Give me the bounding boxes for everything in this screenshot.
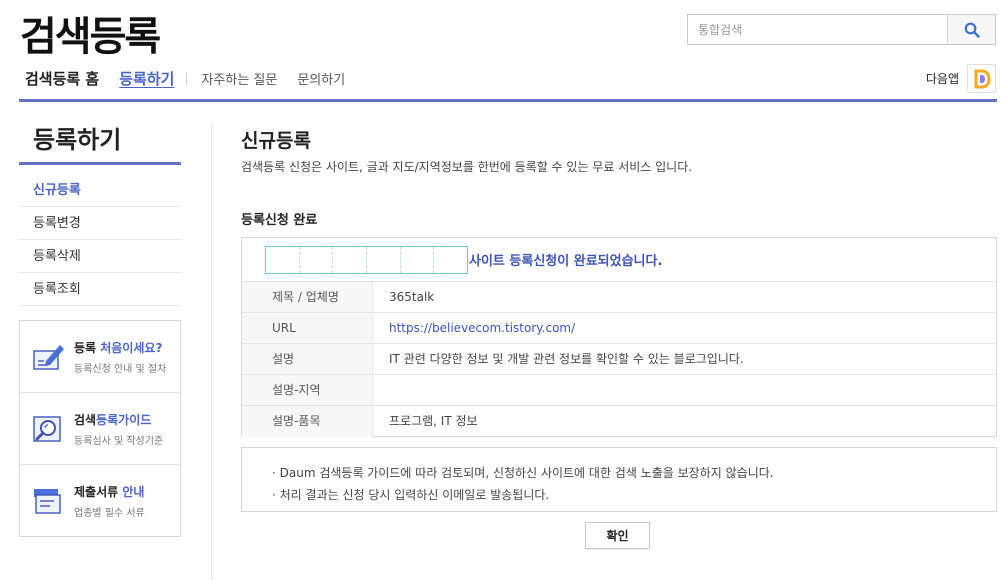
table-row: 제목 / 업체명 365talk bbox=[242, 282, 996, 313]
promo-1-desc: 등록신청 안내 및 절차 bbox=[74, 363, 167, 375]
row-value: 365talk bbox=[389, 290, 435, 304]
pencil-note-icon bbox=[33, 344, 64, 370]
main-nav: 검색등록 홈 등록하기 자주하는 질문 문의하기 bbox=[25, 68, 365, 89]
nav-home[interactable]: 검색등록 홈 bbox=[25, 68, 99, 89]
page-description: 검색등록 신청은 사이트, 글과 지도/지역정보를 한번에 등록할 수 있는 무… bbox=[241, 160, 693, 174]
site-logo[interactable]: 검색등록 bbox=[20, 4, 161, 62]
table-row: 설명-품목 프로그램, IT 정보 bbox=[242, 406, 996, 437]
promo-first-time[interactable]: 등록 처음이세요? 등록신청 안내 및 절차 bbox=[20, 321, 180, 393]
promo-3-title-b: 안내 bbox=[122, 485, 145, 499]
page-title: 신규등록 bbox=[241, 130, 311, 152]
promo-documents[interactable]: 제출서류 안내 업종별 필수 서류 bbox=[20, 465, 180, 537]
table-row: 설명-지역 bbox=[242, 375, 996, 406]
sidebar-item-change[interactable]: 등록변경 bbox=[19, 207, 181, 240]
promo-3-desc: 업종별 필수 서류 bbox=[74, 508, 145, 519]
header-divider bbox=[19, 99, 997, 102]
daum-d-logo-icon bbox=[967, 64, 996, 93]
promo-guide[interactable]: 검색등록가이드 등록심사 및 작성기준 bbox=[20, 393, 180, 465]
sidebar-promo-panel: 등록 처음이세요? 등록신청 안내 및 절차 검색등록가이드 등록심사 및 작성… bbox=[19, 320, 181, 537]
table-row: URL https://believecom.tistory.com/ bbox=[242, 313, 996, 344]
result-table: 사이트 등록신청이 완료되었습니다. 제목 / 업체명 365talk URL … bbox=[241, 237, 997, 437]
daum-app-link[interactable]: 다음앱 bbox=[926, 64, 996, 93]
promo-3-title-a: 제출서류 bbox=[74, 485, 123, 499]
promo-1-title-b: 처음이세요? bbox=[100, 340, 163, 355]
magnifier-guide-icon bbox=[33, 415, 61, 442]
nav-register[interactable]: 등록하기 bbox=[119, 68, 174, 89]
row-label: 설명-품목 bbox=[242, 406, 373, 437]
redacted-site-name bbox=[265, 245, 468, 274]
row-value: IT 관련 다양한 정보 및 개발 관련 정보를 확인할 수 있는 블로그입니다… bbox=[389, 352, 744, 366]
notice-box: · Daum 검색등록 가이드에 따라 검토되며, 신청하신 사이트에 대한 검… bbox=[241, 447, 997, 512]
notice-line: · 처리 결과는 신청 당시 입력하신 이메일로 발송됩니다. bbox=[272, 488, 550, 502]
row-label: URL bbox=[242, 313, 373, 343]
row-value: 프로그램, IT 정보 bbox=[389, 414, 478, 428]
search-bar bbox=[687, 14, 996, 45]
row-label: 설명 bbox=[242, 344, 373, 374]
search-icon bbox=[964, 22, 980, 38]
url-link[interactable]: https://believecom.tistory.com/ bbox=[373, 313, 996, 343]
nav-faq[interactable]: 자주하는 질문 bbox=[201, 69, 277, 88]
documents-icon bbox=[34, 489, 61, 514]
sidebar-item-lookup[interactable]: 등록조회 bbox=[19, 273, 181, 306]
search-button[interactable] bbox=[947, 15, 995, 44]
sidebar-title-underline bbox=[19, 162, 181, 165]
sidebar-item-new[interactable]: 신규등록 bbox=[19, 174, 181, 207]
notice-line: · Daum 검색등록 가이드에 따라 검토되며, 신청하신 사이트에 대한 검… bbox=[272, 466, 774, 480]
sidebar-menu: 신규등록 등록변경 등록삭제 등록조회 bbox=[19, 174, 181, 306]
daum-app-label: 다음앱 bbox=[925, 72, 959, 86]
promo-2-title-a: 검색 bbox=[74, 412, 97, 427]
row-label: 제목 / 업체명 bbox=[242, 282, 373, 312]
content-divider bbox=[211, 123, 212, 580]
confirm-button[interactable]: 확인 bbox=[585, 522, 650, 549]
table-row: 설명 IT 관련 다양한 정보 및 개발 관련 정보를 확인할 수 있는 블로그… bbox=[242, 344, 996, 375]
nav-inquiry[interactable]: 문의하기 bbox=[297, 69, 345, 88]
result-header: 사이트 등록신청이 완료되었습니다. bbox=[242, 238, 996, 282]
nav-divider bbox=[186, 72, 188, 85]
section-title: 등록신청 완료 bbox=[241, 213, 318, 228]
sidebar-item-delete[interactable]: 등록삭제 bbox=[19, 240, 181, 273]
completion-message: 사이트 등록신청이 완료되었습니다. bbox=[469, 254, 663, 269]
search-input[interactable] bbox=[688, 15, 947, 44]
promo-2-desc: 등록심사 및 작성기준 bbox=[74, 435, 164, 447]
row-label: 설명-지역 bbox=[242, 375, 373, 405]
sidebar-title: 등록하기 bbox=[33, 126, 122, 154]
promo-1-title-a: 등록 bbox=[74, 340, 101, 355]
promo-2-title-b: 등록가이드 bbox=[96, 412, 152, 427]
row-value bbox=[373, 375, 996, 405]
